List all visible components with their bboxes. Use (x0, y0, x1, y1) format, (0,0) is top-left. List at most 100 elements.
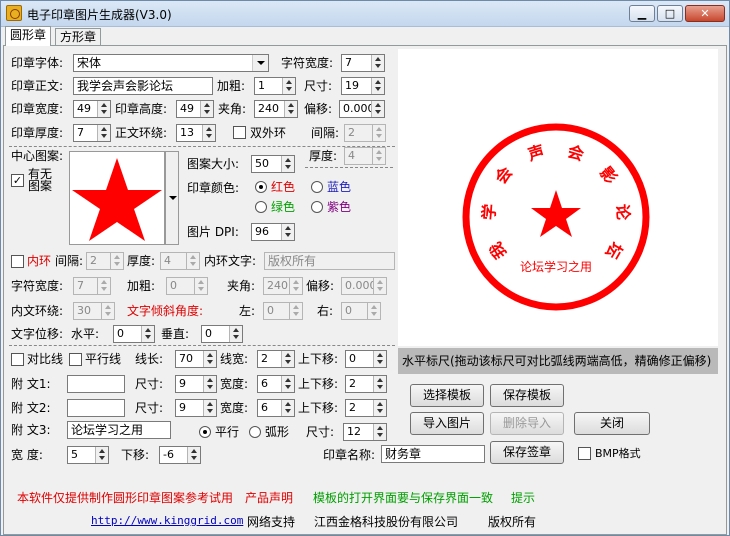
pattern-dropdown[interactable] (165, 151, 179, 245)
spinner-arrows-icon[interactable] (371, 78, 384, 94)
spinner-arrows-icon[interactable] (373, 424, 386, 440)
attach1-size-spinner[interactable]: 9 (175, 375, 217, 393)
height-spinner[interactable]: 49 (176, 100, 214, 118)
spinner-arrows-icon[interactable] (97, 125, 110, 141)
seal-text-input[interactable]: 我学会声会影论坛 (73, 77, 213, 95)
spinner-arrows-icon[interactable] (289, 278, 302, 294)
color-red-radio[interactable] (255, 181, 267, 193)
offset-spinner[interactable]: 0.000 (339, 100, 385, 118)
inner-ring-checkbox[interactable] (11, 255, 24, 268)
spinner-arrows-icon[interactable] (110, 253, 123, 269)
attach1-input[interactable] (67, 375, 125, 393)
horizontal-ruler-hint[interactable]: 水平标尺(拖动该标尺可对比弧线两端高低，精确修正偏移) (398, 348, 718, 374)
angle2-spinner[interactable]: 240 (263, 277, 303, 295)
spinner-arrows-icon[interactable] (371, 55, 384, 71)
spinner-arrows-icon[interactable] (373, 351, 386, 367)
save-stamp-button[interactable]: 保存签章 (490, 441, 564, 464)
font-select[interactable]: 宋体 (73, 54, 269, 72)
horizontal-spinner[interactable]: 0 (113, 325, 155, 343)
down-spinner[interactable]: -6 (159, 446, 201, 464)
maximize-button[interactable]: □ (657, 5, 683, 22)
thick2-spinner[interactable]: 4 (344, 147, 386, 165)
attach3-input[interactable]: 论坛学习之用 (67, 421, 171, 439)
spinner-arrows-icon[interactable] (281, 376, 294, 392)
spinner-arrows-icon[interactable] (367, 303, 380, 319)
network-support-link[interactable]: 网络支持 (247, 513, 295, 530)
inner-thick-spinner[interactable]: 4 (160, 252, 200, 270)
spinner-arrows-icon[interactable] (373, 376, 386, 392)
spinner-arrows-icon[interactable] (187, 447, 200, 463)
color-purple-radio[interactable] (311, 201, 323, 213)
gap-spinner[interactable]: 2 (344, 124, 386, 142)
spinner-arrows-icon[interactable] (281, 224, 294, 240)
attach2-width-spinner[interactable]: 6 (257, 399, 295, 417)
spinner-arrows-icon[interactable] (203, 351, 216, 367)
close-button[interactable]: 关闭 (574, 412, 650, 435)
minimize-button[interactable]: ▁ (629, 5, 655, 22)
color-green-radio[interactable] (255, 201, 267, 213)
spinner-arrows-icon[interactable] (203, 400, 216, 416)
attach2-updown-spinner[interactable]: 2 (345, 399, 387, 417)
vertical-spinner[interactable]: 0 (201, 325, 243, 343)
flat-radio[interactable] (199, 426, 211, 438)
attach2-input[interactable] (67, 399, 125, 417)
dpi-spinner[interactable]: 96 (251, 223, 295, 241)
delete-import-button[interactable]: 删除导入 (490, 412, 564, 435)
spinner-arrows-icon[interactable] (186, 253, 199, 269)
footer-tip-link[interactable]: 提示 (511, 489, 535, 506)
inner-gap-spinner[interactable]: 2 (86, 252, 124, 270)
spinner-arrows-icon[interactable] (281, 156, 294, 172)
attach1-updown-spinner[interactable]: 2 (345, 375, 387, 393)
double-ring-checkbox[interactable] (233, 126, 246, 139)
pattern-size-spinner[interactable]: 50 (251, 155, 295, 173)
bold-spinner[interactable]: 1 (254, 77, 296, 95)
char-width-spinner[interactable]: 7 (341, 54, 385, 72)
bottom-width-spinner[interactable]: 5 (67, 446, 109, 464)
size-spinner[interactable]: 19 (341, 77, 385, 95)
spinner-arrows-icon[interactable] (202, 125, 215, 141)
spinner-arrows-icon[interactable] (372, 125, 385, 141)
close-window-button[interactable]: ✕ (685, 5, 725, 22)
product-declaration-link[interactable]: 产品声明 (245, 489, 293, 506)
ring-spinner[interactable]: 13 (176, 124, 216, 142)
spinner-arrows-icon[interactable] (203, 376, 216, 392)
spinner-arrows-icon[interactable] (194, 278, 207, 294)
spinner-arrows-icon[interactable] (101, 303, 114, 319)
inner-text-input[interactable]: 版权所有 (264, 252, 395, 270)
spinner-arrows-icon[interactable] (373, 278, 386, 294)
bold2-spinner[interactable]: 0 (166, 277, 208, 295)
tab-round-seal[interactable]: 圆形章 (5, 26, 52, 46)
line-width-spinner[interactable]: 2 (257, 350, 295, 368)
import-image-button[interactable]: 导入图片 (410, 412, 484, 435)
char-width2-spinner[interactable]: 7 (73, 277, 111, 295)
choose-template-button[interactable]: 选择模板 (410, 384, 484, 407)
attach1-width-spinner[interactable]: 6 (257, 375, 295, 393)
spinner-arrows-icon[interactable] (97, 101, 110, 117)
angle-spinner[interactable]: 240 (254, 100, 298, 118)
spinner-arrows-icon[interactable] (200, 101, 213, 117)
left-spinner[interactable]: 0 (263, 302, 303, 320)
spinner-arrows-icon[interactable] (373, 400, 386, 416)
spinner-arrows-icon[interactable] (281, 351, 294, 367)
parallel-line-checkbox[interactable] (69, 353, 82, 366)
thickness-spinner[interactable]: 7 (73, 124, 111, 142)
spinner-arrows-icon[interactable] (281, 400, 294, 416)
center-pattern-image[interactable] (69, 151, 165, 245)
width-spinner[interactable]: 49 (73, 100, 111, 118)
color-blue-radio[interactable] (311, 181, 323, 193)
updown-spinner[interactable]: 0 (345, 350, 387, 368)
attach3-size-spinner[interactable]: 12 (343, 423, 387, 441)
spinner-arrows-icon[interactable] (284, 101, 297, 117)
spinner-arrows-icon[interactable] (282, 78, 295, 94)
spinner-arrows-icon[interactable] (97, 278, 110, 294)
has-pattern-checkbox[interactable]: ✓ (11, 174, 24, 187)
spinner-arrows-icon[interactable] (141, 326, 154, 342)
arc-radio[interactable] (249, 426, 261, 438)
save-template-button[interactable]: 保存模板 (490, 384, 564, 407)
tab-square-seal[interactable]: 方形章 (55, 28, 102, 46)
spinner-arrows-icon[interactable] (95, 447, 108, 463)
spinner-arrows-icon[interactable] (372, 148, 385, 164)
stamp-name-input[interactable]: 财务章 (381, 445, 485, 463)
line-length-spinner[interactable]: 70 (175, 350, 217, 368)
inner-ring2-spinner[interactable]: 30 (73, 302, 115, 320)
